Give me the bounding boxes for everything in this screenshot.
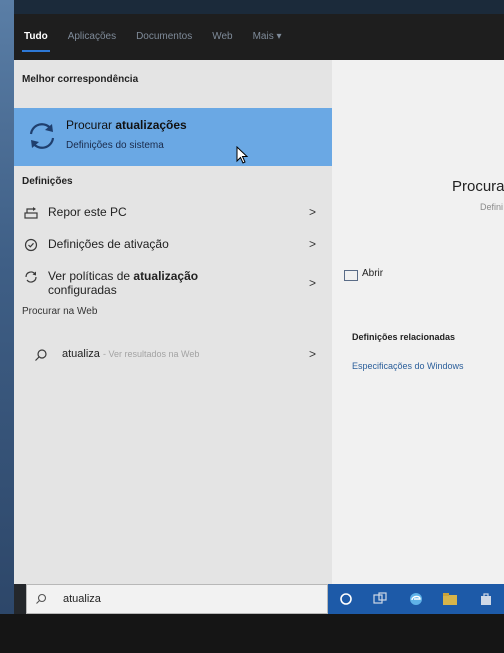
best-match-title-bold: atualizações: [115, 118, 187, 132]
chevron-right-icon: >: [308, 237, 316, 251]
settings-header: Definições: [22, 176, 73, 187]
reset-pc-icon: [24, 207, 38, 219]
cortana-icon[interactable]: [338, 591, 354, 607]
taskbar-apps-area: [328, 584, 504, 614]
best-match-header: Melhor correspondência: [22, 74, 139, 85]
mouse-cursor-icon: [236, 146, 249, 164]
settings-item-activation[interactable]: Definições de ativação >: [14, 232, 332, 258]
preview-title: Procura: [452, 178, 504, 195]
taskbar-search-input[interactable]: atualiza: [63, 593, 101, 605]
preview-subtitle: Defini: [480, 202, 504, 212]
settings-item-reset-pc[interactable]: Repor este PC >: [14, 200, 332, 226]
windows-specifications-link[interactable]: Especificações do Windows: [352, 361, 464, 371]
web-search-query: atualiza: [62, 348, 100, 360]
photo-frame-bottom: [0, 614, 504, 653]
settings-item-label: Definições de ativação: [48, 237, 169, 251]
refresh-icon: [25, 271, 37, 283]
file-explorer-icon[interactable]: [442, 591, 458, 607]
web-search-header: Procurar na Web: [22, 306, 98, 317]
web-search-item[interactable]: atualiza - Ver resultados na Web >: [14, 342, 332, 368]
settings-item-label-line2: configuradas: [48, 283, 117, 297]
tab-web[interactable]: Web: [202, 14, 242, 60]
start-search-panel: Tudo Aplicações Documentos Web Mais ▾ Me…: [14, 14, 504, 584]
settings-item-label-prefix: Ver políticas de: [48, 269, 134, 283]
settings-item-label-bold: atualização: [133, 269, 199, 283]
tab-all[interactable]: Tudo: [14, 14, 58, 60]
best-match-title: Procurar atualizações: [66, 118, 187, 132]
preview-pane: Procura Defini Abrir Definições relacion…: [332, 60, 504, 584]
search-icon: [36, 593, 47, 604]
chevron-right-icon: >: [308, 347, 316, 361]
tab-apps[interactable]: Aplicações: [58, 14, 126, 60]
taskbar: atualiza: [14, 584, 504, 614]
related-settings-header: Definições relacionadas: [352, 332, 456, 342]
open-icon: [344, 270, 358, 281]
store-icon[interactable]: [478, 591, 494, 607]
best-match-subtitle: Definições do sistema: [66, 140, 164, 151]
best-match-item[interactable]: Procurar atualizações Definições do sist…: [14, 108, 332, 166]
photo-frame-left: [0, 0, 14, 653]
open-button[interactable]: Abrir: [362, 268, 383, 279]
web-search-text: atualiza - Ver resultados na Web: [62, 348, 199, 360]
tab-documents[interactable]: Documentos: [126, 14, 202, 60]
search-scope-tabs: Tudo Aplicações Documentos Web Mais ▾: [14, 14, 504, 60]
best-match-title-prefix: Procurar: [66, 118, 116, 132]
edge-browser-icon[interactable]: [408, 591, 424, 607]
check-circle-icon: [24, 238, 38, 252]
settings-item-update-policies[interactable]: Ver políticas de atualização configuradas…: [14, 264, 332, 304]
results-list: Melhor correspondência Procurar atualiza…: [14, 60, 332, 584]
settings-item-label: Ver políticas de atualização configuradas: [48, 269, 198, 297]
web-search-hint: - Ver resultados na Web: [102, 349, 200, 359]
chevron-right-icon: >: [308, 276, 316, 290]
search-icon: [35, 349, 47, 361]
task-view-icon[interactable]: [372, 591, 388, 607]
chevron-right-icon: >: [308, 205, 316, 219]
settings-item-label: Repor este PC: [48, 205, 127, 219]
tab-more[interactable]: Mais ▾: [243, 14, 292, 60]
taskbar-search-box[interactable]: atualiza: [26, 584, 328, 614]
refresh-icon: [29, 123, 55, 149]
